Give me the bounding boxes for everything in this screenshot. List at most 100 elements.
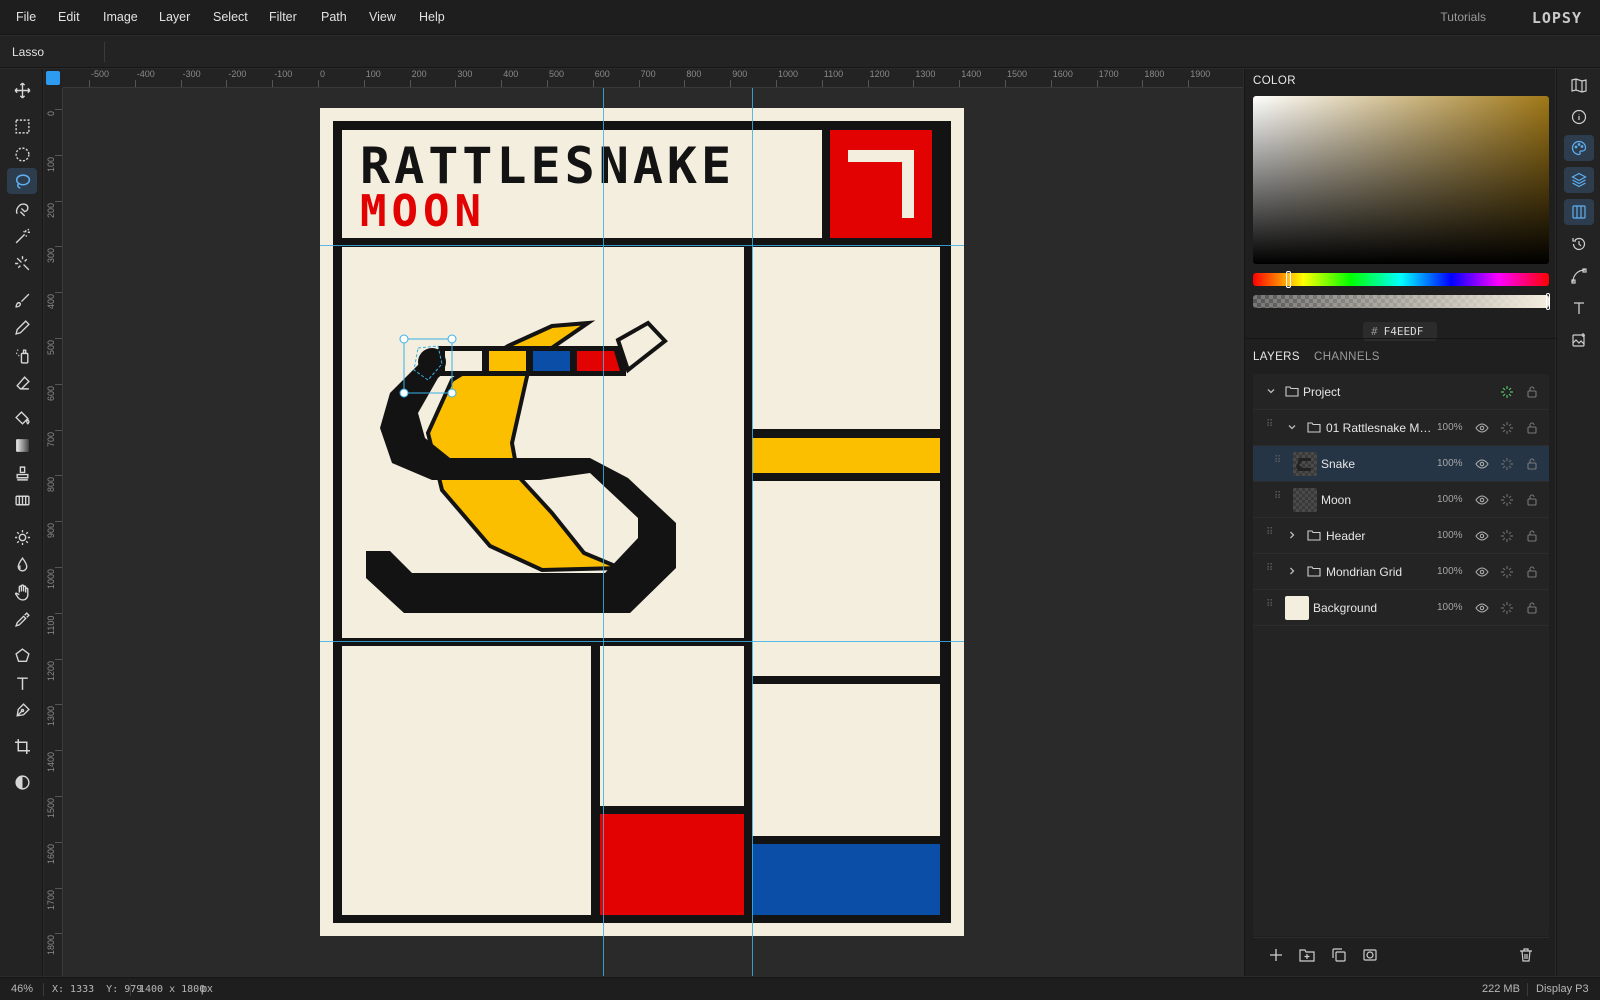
character-icon[interactable]	[1564, 295, 1594, 321]
map-icon[interactable]	[1564, 72, 1594, 98]
move-tool-icon[interactable]	[7, 77, 37, 103]
ellipse-select-icon[interactable]	[7, 141, 37, 167]
layer-row-mondrian-grid[interactable]: ⠿ Mondrian Grid 100%	[1253, 554, 1549, 590]
layer-opacity[interactable]: 100%	[1437, 482, 1463, 518]
blur-drop-icon[interactable]	[7, 551, 37, 577]
chevron-right-icon[interactable]	[1286, 529, 1298, 541]
lock-icon[interactable]	[1525, 385, 1539, 399]
eye-icon[interactable]	[1475, 421, 1489, 435]
effects-icon[interactable]	[1500, 385, 1514, 399]
layer-row-snake[interactable]: ⠿ Snake 100%	[1253, 446, 1549, 482]
menu-file[interactable]: File	[16, 0, 36, 35]
lock-icon[interactable]	[1525, 493, 1539, 507]
eye-icon[interactable]	[1475, 529, 1489, 543]
gradient-icon[interactable]	[7, 432, 37, 458]
effects-icon[interactable]	[1500, 529, 1514, 543]
magnetic-lasso-icon[interactable]	[7, 196, 37, 222]
drag-handle-icon[interactable]: ⠿	[1266, 420, 1274, 435]
patch-icon[interactable]	[7, 487, 37, 513]
menu-image[interactable]: Image	[103, 0, 138, 35]
pencil-icon[interactable]	[7, 314, 37, 340]
quick-select-icon[interactable]	[7, 250, 37, 276]
eraser-icon[interactable]	[7, 369, 37, 395]
color-saturation-field[interactable]	[1253, 96, 1549, 264]
lock-icon[interactable]	[1525, 421, 1539, 435]
menu-filter[interactable]: Filter	[269, 0, 297, 35]
add-layer-icon[interactable]	[1268, 947, 1284, 963]
brush-icon[interactable]	[7, 287, 37, 313]
menu-edit[interactable]: Edit	[58, 0, 80, 35]
pen-icon[interactable]	[7, 697, 37, 723]
color-palette-icon[interactable]	[1564, 135, 1594, 161]
text-tool-icon[interactable]	[7, 670, 37, 696]
effects-icon[interactable]	[1500, 421, 1514, 435]
effects-icon[interactable]	[1500, 601, 1514, 615]
ruler-origin-marker[interactable]	[46, 71, 60, 85]
chevron-down-icon[interactable]	[1265, 385, 1277, 397]
brightness-icon[interactable]	[7, 524, 37, 550]
layer-row-header[interactable]: ⠿ Header 100%	[1253, 518, 1549, 554]
eye-icon[interactable]	[1475, 493, 1489, 507]
chevron-right-icon[interactable]	[1286, 565, 1298, 577]
duplicate-layer-icon[interactable]	[1331, 947, 1347, 963]
document-artboard[interactable]: RATTLESNAKE MOON	[320, 108, 964, 936]
hue-slider[interactable]	[1253, 273, 1549, 286]
color-profile[interactable]: Display P3	[1536, 978, 1589, 1000]
lock-icon[interactable]	[1525, 457, 1539, 471]
spray-icon[interactable]	[7, 342, 37, 368]
hand-icon[interactable]	[7, 579, 37, 605]
drag-handle-icon[interactable]: ⠿	[1266, 564, 1274, 579]
guide-vertical-1[interactable]	[603, 88, 604, 976]
mask-icon[interactable]	[1362, 947, 1378, 963]
layer-opacity[interactable]: 100%	[1437, 446, 1463, 482]
canvas-area[interactable]: RATTLESNAKE MOON	[63, 88, 1243, 976]
layer-row-background[interactable]: ⠿ Background 100%	[1253, 590, 1549, 626]
lock-icon[interactable]	[1525, 565, 1539, 579]
menu-help[interactable]: Help	[419, 0, 445, 35]
eye-icon[interactable]	[1475, 565, 1489, 579]
hex-value[interactable]: F4EEDF	[1384, 325, 1424, 338]
menu-view[interactable]: View	[369, 0, 396, 35]
tab-channels[interactable]: CHANNELS	[1314, 345, 1380, 369]
zoom-level[interactable]: 46%	[11, 978, 33, 1000]
lock-icon[interactable]	[1525, 529, 1539, 543]
layer-opacity[interactable]: 100%	[1437, 590, 1463, 626]
info-icon[interactable]	[1564, 104, 1594, 130]
image-add-icon[interactable]	[1564, 327, 1594, 353]
history-icon[interactable]	[1564, 231, 1594, 257]
layer-row-project[interactable]: Project	[1253, 374, 1549, 410]
vertical-ruler[interactable]: 0 100 200 300 400 500 600 700 800 900 1000 1100 1200…	[44, 88, 63, 976]
trash-icon[interactable]	[1518, 947, 1534, 963]
stamp-icon[interactable]	[7, 460, 37, 486]
guide-horizontal-2[interactable]	[320, 641, 964, 642]
eyedropper-icon[interactable]	[7, 606, 37, 632]
fill-icon[interactable]	[7, 405, 37, 431]
guide-vertical-2[interactable]	[752, 88, 753, 976]
drag-handle-icon[interactable]: ⠿	[1266, 600, 1274, 615]
tab-layers[interactable]: LAYERS	[1253, 345, 1300, 369]
layer-opacity[interactable]: 100%	[1437, 410, 1463, 446]
drag-handle-icon[interactable]: ⠿	[1274, 456, 1282, 471]
menu-select[interactable]: Select	[213, 0, 248, 35]
drag-handle-icon[interactable]: ⠿	[1274, 492, 1282, 507]
effects-icon[interactable]	[1500, 457, 1514, 471]
polygon-shape-icon[interactable]	[7, 642, 37, 668]
menu-layer[interactable]: Layer	[159, 0, 190, 35]
eye-icon[interactable]	[1475, 601, 1489, 615]
layer-opacity[interactable]: 100%	[1437, 518, 1463, 554]
contrast-icon[interactable]	[7, 769, 37, 795]
new-group-icon[interactable]	[1299, 947, 1315, 963]
alpha-slider[interactable]	[1253, 295, 1549, 308]
effects-icon[interactable]	[1500, 493, 1514, 507]
hue-slider-handle[interactable]	[1286, 271, 1291, 288]
layer-row-moon[interactable]: ⠿ Moon 100%	[1253, 482, 1549, 518]
layer-opacity[interactable]: 100%	[1437, 554, 1463, 590]
menu-path[interactable]: Path	[321, 0, 347, 35]
channels-icon[interactable]	[1564, 199, 1594, 225]
paths-icon[interactable]	[1564, 263, 1594, 289]
alpha-slider-handle[interactable]	[1546, 293, 1550, 310]
effects-icon[interactable]	[1500, 565, 1514, 579]
chevron-down-icon[interactable]	[1286, 421, 1298, 433]
eye-icon[interactable]	[1475, 457, 1489, 471]
guide-horizontal-1[interactable]	[320, 245, 964, 246]
